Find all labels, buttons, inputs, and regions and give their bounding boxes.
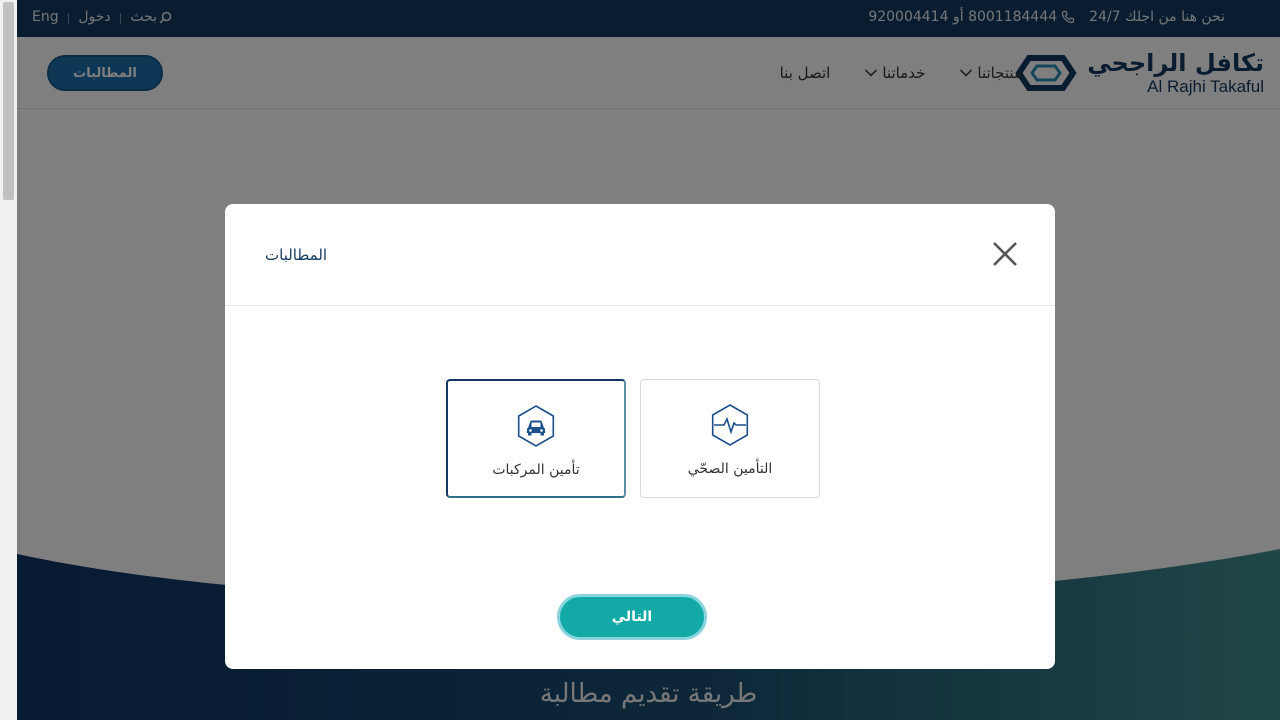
claims-modal: المطالبات تأمين المركبات التأمين الصحّي … bbox=[225, 204, 1055, 669]
option-motor-insurance[interactable]: تأمين المركبات bbox=[446, 379, 626, 498]
app-root: Eng | دخول | بحث نحن هنا من اجلك 24/7 80… bbox=[0, 0, 1280, 720]
option-health-insurance[interactable]: التأمين الصحّي bbox=[640, 379, 820, 498]
next-button[interactable]: التالي bbox=[557, 594, 707, 640]
modal-title: المطالبات bbox=[265, 246, 328, 264]
page-scrollbar[interactable] bbox=[0, 0, 17, 720]
modal-header: المطالبات bbox=[225, 204, 1055, 306]
car-icon bbox=[517, 405, 555, 447]
scrollbar-thumb[interactable] bbox=[3, 2, 14, 200]
option-health-label: التأمين الصحّي bbox=[687, 461, 773, 477]
option-motor-label: تأمين المركبات bbox=[492, 462, 580, 478]
heartbeat-icon bbox=[711, 404, 749, 446]
close-icon[interactable] bbox=[991, 240, 1019, 268]
